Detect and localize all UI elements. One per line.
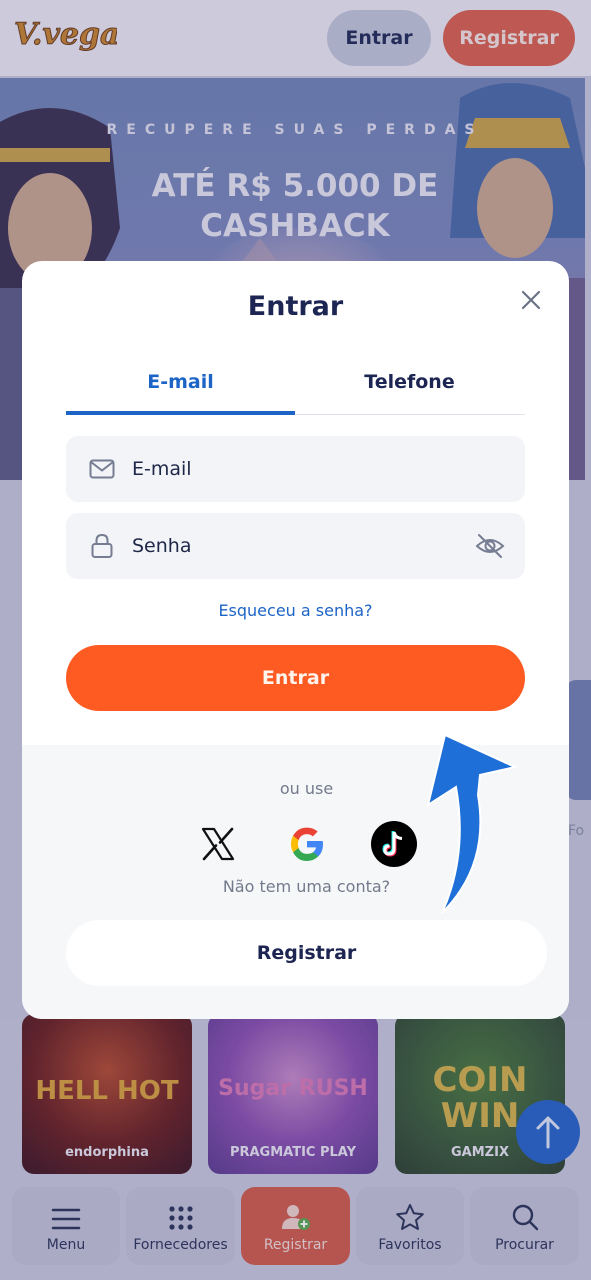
game-provider: PRAGMATIC PLAY [229,1145,357,1160]
nav-label: Procurar [495,1237,554,1253]
nav-favorites[interactable]: Favoritos [356,1187,464,1265]
register-button[interactable]: Registrar [66,920,547,986]
email-placeholder: E-mail [132,458,192,480]
game-title: HELL HOT [35,1076,179,1106]
x-icon [201,827,235,861]
nav-register[interactable]: Registrar [241,1187,350,1265]
google-login-button[interactable] [284,821,330,867]
search-icon [512,1204,538,1231]
tab-phone[interactable]: Telefone [295,365,524,415]
x-login-button[interactable] [195,821,241,867]
mail-icon [88,455,116,483]
arrow-up-icon [536,1116,560,1149]
nav-menu[interactable]: Menu [12,1187,120,1265]
eye-off-icon[interactable] [475,532,505,560]
game-provider: endorphina [65,1145,149,1160]
header-register-button[interactable]: Registrar [443,10,575,66]
scroll-to-top-button[interactable] [516,1100,580,1164]
login-submit-button[interactable]: Entrar [66,645,525,711]
login-method-tabs: E-mail Telefone [66,365,525,415]
tab-email[interactable]: E-mail [66,365,295,415]
game-card-sugar-rush[interactable]: Sugar RUSH PRAGMATIC PLAY [208,1014,378,1174]
forgot-password-link[interactable]: Esqueceu a senha? [22,601,569,620]
close-icon [521,290,541,310]
password-placeholder: Senha [132,535,192,557]
nav-search[interactable]: Procurar [470,1187,579,1265]
password-field[interactable]: Senha [66,513,525,579]
game-card-hell-hot[interactable]: HELL HOT endorphina [22,1014,192,1174]
add-user-icon [281,1205,310,1230]
close-button[interactable] [516,285,546,315]
email-field[interactable]: E-mail [66,436,525,502]
bottom-navigation: Menu Fornecedores Registrar Favoritos Pr… [0,1182,591,1280]
site-logo[interactable]: V.vegas [12,10,118,64]
top-header: V.vegas Entrar Registrar [0,0,591,76]
side-card-peek[interactable] [566,680,591,800]
star-icon [396,1204,424,1230]
tiktok-icon [382,831,403,857]
banner-subtitle: RECUPERE SUAS PERDAS [106,122,484,138]
side-card-label: Fo [568,823,585,839]
nav-label: Menu [46,1237,86,1253]
header-login-button[interactable]: Entrar [327,10,431,66]
banner-headline: ATÉ R$ 5.000 DE CASHBACK [151,168,439,244]
modal-title: Entrar [247,291,344,322]
grid-icon [168,1206,193,1230]
google-icon [291,827,323,861]
nav-label: Registrar [263,1237,328,1253]
nav-label: Fornecedores [133,1237,228,1253]
game-title: Sugar RUSH [218,1076,368,1101]
nav-label: Favoritos [378,1237,442,1253]
tiktok-login-button[interactable] [371,821,417,867]
menu-icon [51,1208,81,1230]
svg-text:V.vegas: V.vegas [14,17,117,52]
lock-icon [88,532,116,560]
pointer-arrow-icon [426,735,519,914]
nav-providers[interactable]: Fornecedores [126,1187,235,1265]
